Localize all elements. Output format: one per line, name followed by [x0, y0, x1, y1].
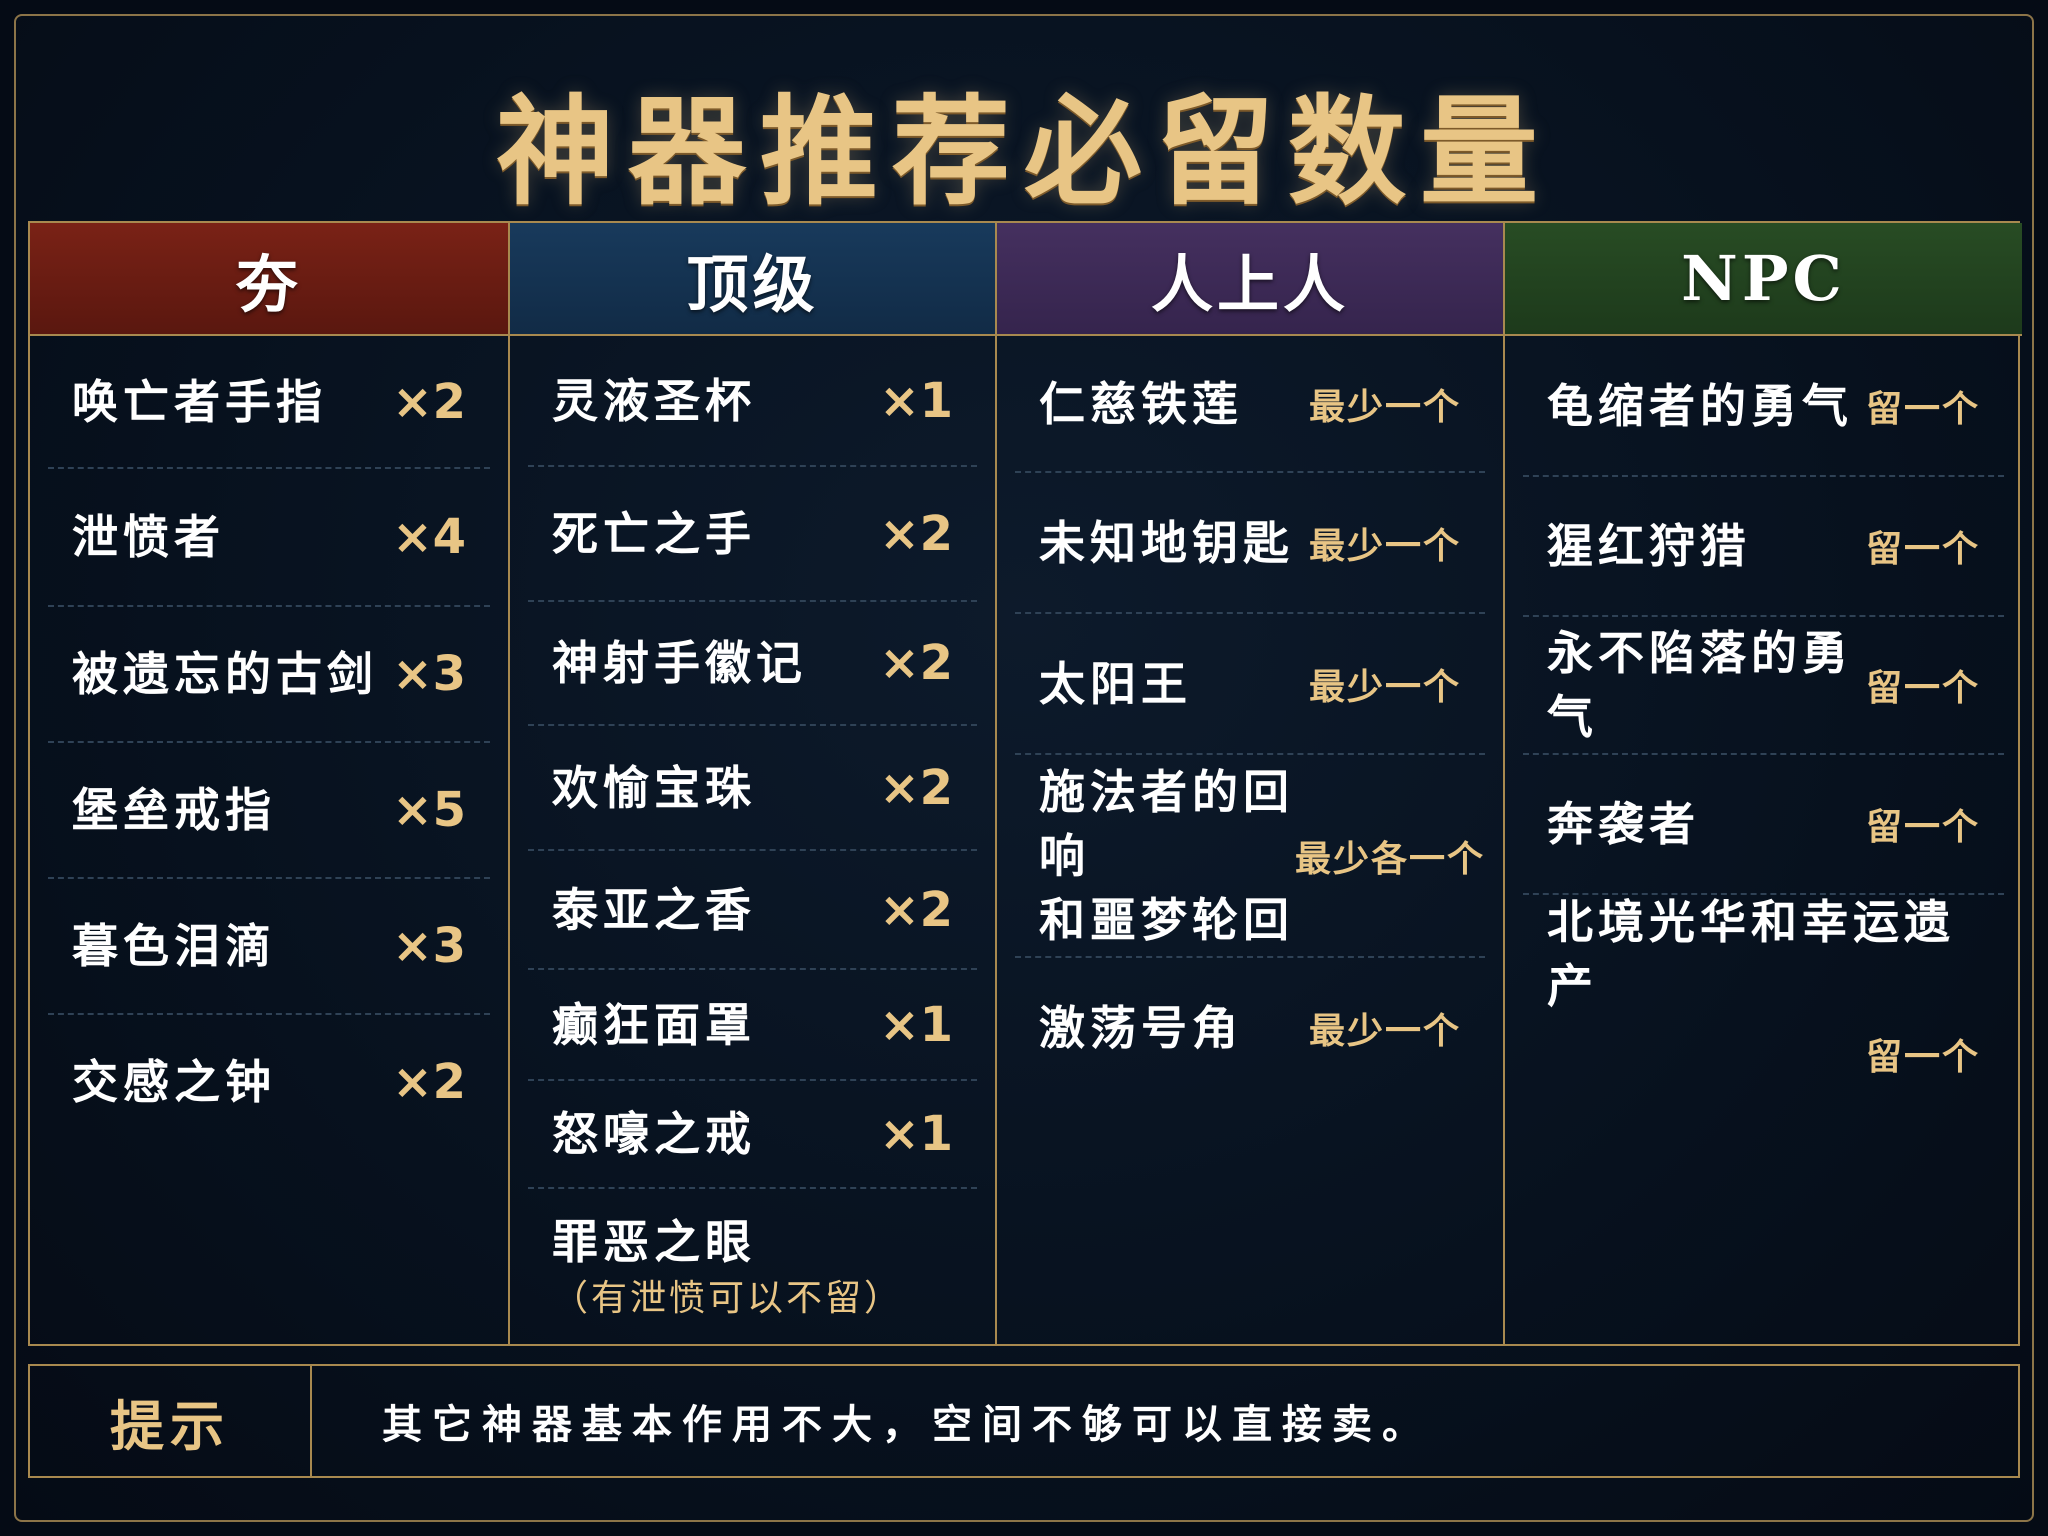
item-name: 堡垒戒指: [72, 783, 276, 837]
list-item: 激荡号角 最少一个: [1015, 958, 1485, 1098]
list-item: 泰亚之香 ×2: [528, 851, 977, 970]
item-name: 龟缩者的勇气: [1547, 378, 1853, 433]
item-name: 暮色泪滴: [72, 919, 276, 973]
item-qty: ×2: [392, 1054, 466, 1110]
item-name: 死亡之手: [552, 506, 756, 561]
item-name: 北境光华和幸运遗产: [1547, 895, 1955, 1013]
item-name: 激荡号角: [1039, 1001, 1243, 1055]
tip-label: 提示: [30, 1366, 312, 1476]
item-note: （有泄愤可以不留）: [552, 1277, 904, 1319]
item-name-line: 施法者的回响: [1039, 764, 1294, 883]
list-item: 仁慈铁莲 最少一个: [1015, 336, 1485, 473]
item-name: 未知地钥匙: [1039, 515, 1294, 570]
list-item: 未知地钥匙 最少一个: [1015, 473, 1485, 614]
item-name: 奔袭者: [1547, 797, 1700, 851]
list-item: 奔袭者 留一个: [1523, 755, 2004, 895]
list-item: 永不陷落的勇气 留一个: [1523, 617, 2004, 755]
item-qty: ×5: [392, 782, 466, 838]
column-header: 顶级: [510, 223, 995, 336]
list-item: 太阳王 最少一个: [1015, 614, 1485, 755]
item-name: 仁慈铁莲: [1039, 376, 1243, 431]
list-item: 被遗忘的古剑 ×3: [48, 607, 490, 743]
list-item: 北境光华和幸运遗产 留一个: [1523, 895, 2004, 1078]
item-qty: ×2: [879, 881, 953, 938]
item-qty: ×2: [879, 759, 953, 816]
item-name: 被遗忘的古剑: [72, 647, 378, 701]
column-npc: NPC 龟缩者的勇气 留一个 猩红狩猎 留一个 永不陷落的勇气 留一个 奔袭者 …: [1505, 223, 2022, 1344]
page-title: 神器推荐必留数量: [495, 82, 1552, 221]
item-qty: ×1: [879, 1106, 953, 1162]
item-name: 罪恶之眼 （有泄愤可以不留）: [528, 1210, 903, 1324]
item-qty: 留一个: [1865, 529, 1980, 570]
item-name: 癫狂面罩: [552, 997, 756, 1052]
item-qty: ×1: [879, 996, 953, 1053]
list-item: 交感之钟 ×2: [48, 1015, 490, 1149]
item-qty: ×2: [879, 505, 953, 562]
item-name: 交感之钟: [72, 1055, 276, 1109]
list-item: 罪恶之眼 （有泄愤可以不留）: [528, 1189, 977, 1344]
item-name: 永不陷落的勇气: [1547, 626, 1853, 744]
column-tier-2: 顶级 灵液圣杯 ×1 死亡之手 ×2 神射手徽记 ×2 欢愉宝珠 ×2 泰亚之香…: [510, 223, 997, 1344]
item-name: 灵液圣杯: [552, 373, 756, 428]
item-qty: 最少一个: [1308, 1011, 1461, 1052]
item-qty: ×2: [392, 373, 466, 430]
item-qty: ×1: [879, 372, 953, 429]
column-header: 夯: [30, 223, 508, 336]
list-item: 唤亡者手指 ×2: [48, 336, 490, 469]
item-qty: 最少一个: [1308, 386, 1461, 428]
list-item: 泄愤者 ×4: [48, 469, 490, 607]
artifact-table: 夯 唤亡者手指 ×2 泄愤者 ×4 被遗忘的古剑 ×3 堡垒戒指 ×5 暮色泪滴…: [28, 221, 2022, 1346]
item-name-text: 罪恶之眼: [552, 1214, 756, 1269]
item-qty: 留一个: [1865, 807, 1980, 848]
list-item: 暮色泪滴 ×3: [48, 879, 490, 1015]
item-name: 泰亚之香: [552, 882, 756, 937]
list-item: 猩红狩猎 留一个: [1523, 477, 2004, 617]
item-qty: 留一个: [1865, 1037, 1980, 1078]
item-name: 唤亡者手指: [72, 374, 327, 429]
column-header: NPC: [1505, 223, 2022, 336]
item-name: 泄愤者: [72, 510, 225, 564]
column-header: 人上人: [997, 223, 1503, 336]
list-item: 堡垒戒指 ×5: [48, 743, 490, 879]
item-name: 神射手徽记: [552, 636, 807, 690]
column-tier-3: 人上人 仁慈铁莲 最少一个 未知地钥匙 最少一个 太阳王 最少一个 施法者的回响…: [997, 223, 1505, 1344]
item-qty: ×4: [392, 509, 466, 565]
item-name: 猩红狩猎: [1547, 519, 1751, 573]
item-qty: 留一个: [1865, 668, 1980, 709]
list-item: 龟缩者的勇气 留一个: [1523, 336, 2004, 477]
column-tier-1: 夯 唤亡者手指 ×2 泄愤者 ×4 被遗忘的古剑 ×3 堡垒戒指 ×5 暮色泪滴…: [30, 223, 510, 1344]
list-item: 死亡之手 ×2: [528, 467, 977, 602]
item-qty: ×3: [392, 646, 466, 702]
list-item: 欢愉宝珠 ×2: [528, 726, 977, 851]
item-name-line: 和噩梦轮回: [1039, 892, 1294, 947]
item-qty: 最少一个: [1308, 666, 1461, 708]
tip-box: 提示 其它神器基本作用不大，空间不够可以直接卖。: [28, 1364, 2020, 1478]
item-name: 太阳王: [1039, 656, 1192, 711]
list-item: 灵液圣杯 ×1: [528, 336, 977, 467]
list-item: 癫狂面罩 ×1: [528, 970, 977, 1081]
item-qty: 最少各一个: [1294, 838, 1485, 880]
item-qty: ×3: [392, 918, 466, 974]
item-name: 欢愉宝珠: [552, 760, 756, 815]
list-item: 神射手徽记 ×2: [528, 602, 977, 726]
item-qty: 留一个: [1865, 388, 1980, 430]
item-name: 怒嚎之戒: [552, 1107, 756, 1161]
item-qty: 最少一个: [1308, 525, 1461, 567]
list-item: 施法者的回响 和噩梦轮回 最少各一个: [1015, 755, 1485, 958]
item-name: 施法者的回响 和噩梦轮回: [1015, 760, 1295, 952]
tip-text: 其它神器基本作用不大，空间不够可以直接卖。: [382, 1402, 1432, 1448]
list-item: 怒嚎之戒 ×1: [528, 1081, 977, 1189]
item-qty: ×2: [879, 635, 953, 691]
